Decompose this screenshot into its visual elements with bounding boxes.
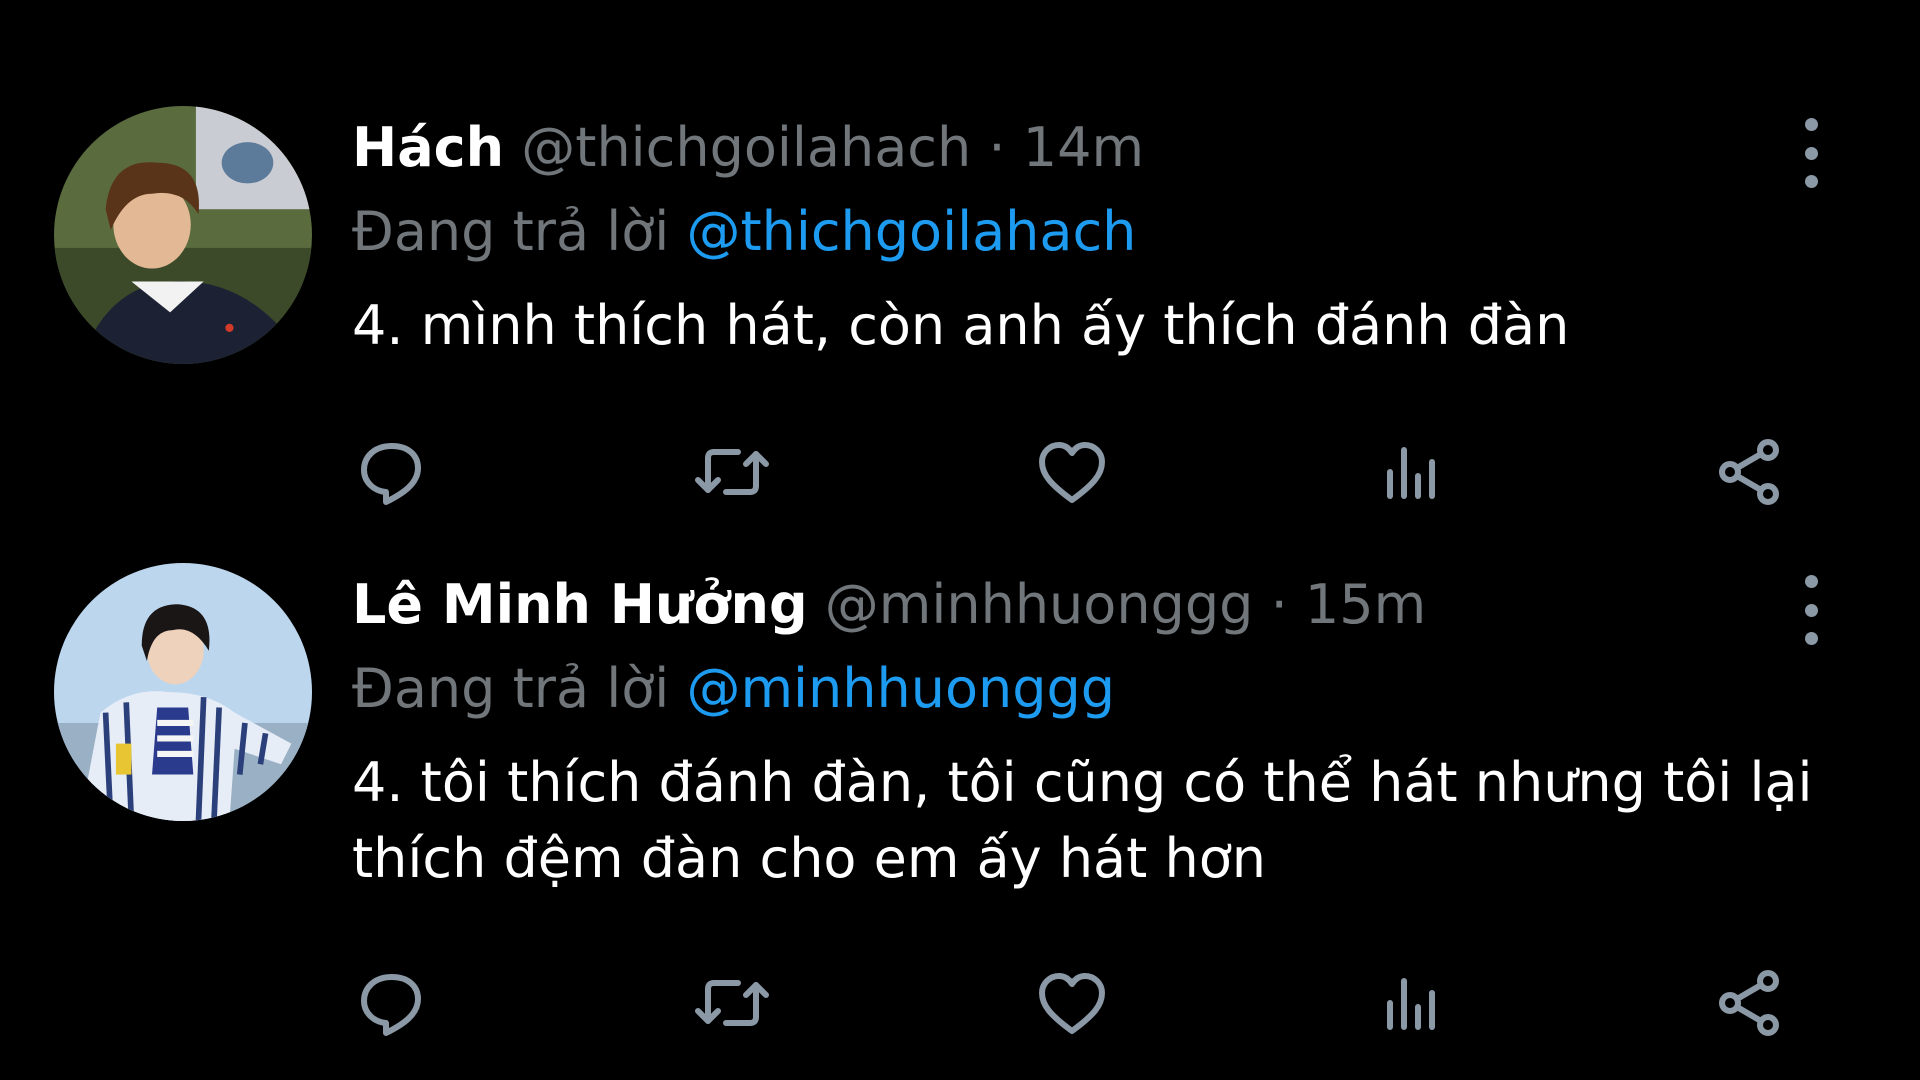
timestamp[interactable]: 14m — [1023, 116, 1144, 179]
reply-button[interactable] — [352, 963, 432, 1043]
reply-context: Đang trả lời @thichgoilahach — [352, 190, 1832, 274]
share-button[interactable] — [1710, 432, 1790, 512]
avatar-photo-icon — [54, 106, 312, 364]
more-options-button[interactable] — [1786, 575, 1836, 645]
share-button[interactable] — [1710, 963, 1790, 1043]
share-icon — [1719, 439, 1779, 505]
more-dot-icon — [1804, 575, 1818, 588]
retweet-icon — [695, 980, 769, 1026]
tweet-actions — [352, 963, 1832, 1043]
more-dot-icon — [1804, 146, 1818, 160]
reply-prefix: Đang trả lời — [352, 657, 670, 720]
reply-mention-link[interactable]: @minhhuonggg — [686, 657, 1115, 720]
like-icon — [1039, 973, 1105, 1034]
retweet-icon — [695, 449, 769, 495]
more-options-button[interactable] — [1786, 118, 1836, 188]
reply-icon — [361, 443, 421, 505]
more-dot-icon — [1804, 118, 1818, 131]
reply-icon — [361, 974, 421, 1036]
user-handle[interactable]: @minhhuonggg — [825, 573, 1254, 636]
avatar[interactable] — [54, 106, 312, 364]
tweet-actions — [352, 432, 1832, 512]
user-handle[interactable]: @thichgoilahach — [521, 116, 971, 179]
like-button[interactable] — [1032, 963, 1112, 1043]
like-button[interactable] — [1032, 432, 1112, 512]
reply-button[interactable] — [352, 432, 432, 512]
avatar[interactable] — [54, 563, 312, 821]
retweet-button[interactable] — [692, 963, 772, 1043]
more-dot-icon — [1804, 632, 1818, 645]
tweet-text: 4. tôi thích đánh đàn, tôi cũng có thể h… — [352, 751, 1813, 890]
tweet-feed: Hách @thichgoilahach · 14m Đang trả lời … — [0, 0, 1920, 1080]
timestamp[interactable]: 15m — [1305, 573, 1426, 636]
tweet-header: Lê Minh Hưởng @minhhuonggg · 15m — [352, 563, 1832, 647]
reply-prefix: Đang trả lời — [352, 200, 670, 263]
reply-mention-link[interactable]: @thichgoilahach — [686, 200, 1136, 263]
more-dot-icon — [1804, 175, 1818, 188]
separator-dot: · — [988, 116, 1006, 179]
display-name[interactable]: Lê Minh Hưởng — [352, 573, 808, 636]
display-name[interactable]: Hách — [352, 116, 504, 179]
share-icon — [1719, 970, 1779, 1036]
separator-dot: · — [1270, 573, 1288, 636]
reply-context: Đang trả lời @minhhuonggg — [352, 647, 1832, 731]
views-button[interactable] — [1372, 432, 1452, 512]
like-icon — [1039, 442, 1105, 503]
views-icon — [1387, 978, 1435, 1030]
more-dot-icon — [1804, 603, 1818, 617]
avatar-photo-icon — [54, 563, 312, 821]
retweet-button[interactable] — [692, 432, 772, 512]
tweet-content: Lê Minh Hưởng @minhhuonggg · 15m Đang tr… — [352, 563, 1832, 897]
views-icon — [1387, 447, 1435, 499]
views-button[interactable] — [1372, 963, 1452, 1043]
tweet-content: Hách @thichgoilahach · 14m Đang trả lời … — [352, 106, 1832, 364]
tweet-header: Hách @thichgoilahach · 14m — [352, 106, 1832, 190]
tweet-text: 4. mình thích hát, còn anh ấy thích đánh… — [352, 294, 1570, 357]
